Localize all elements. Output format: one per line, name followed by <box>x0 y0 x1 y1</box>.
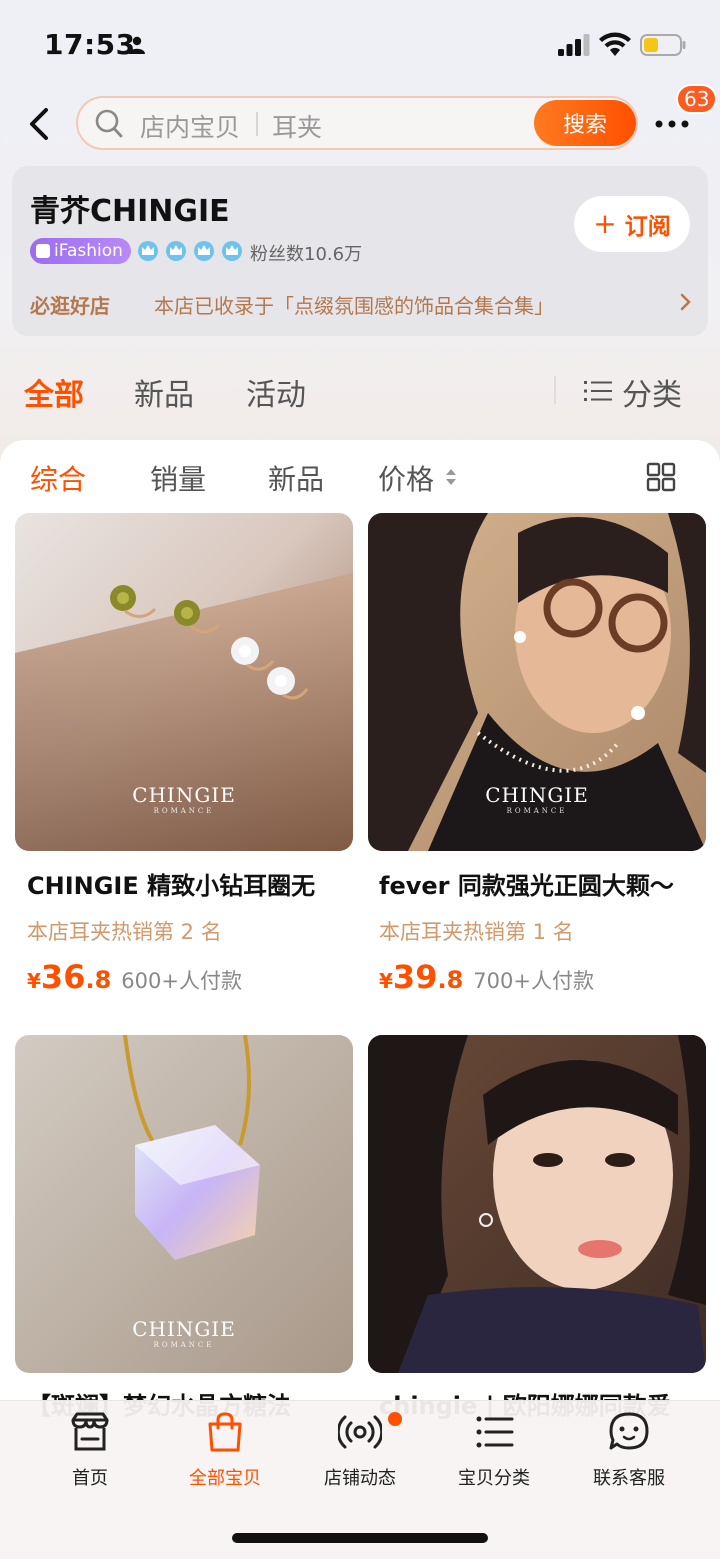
crown-icon <box>194 241 214 261</box>
search-divider <box>256 112 258 136</box>
status-time: 17:53 <box>44 28 136 61</box>
product-price-row: ¥ 39 .8 700+人付款 <box>379 958 594 996</box>
ifashion-label: iFashion <box>54 241 123 261</box>
tab-new[interactable]: 新品 <box>134 370 194 414</box>
nav-categories[interactable]: 宝贝分类 <box>434 1410 554 1490</box>
ifashion-tag: iFashion <box>30 238 131 264</box>
battery-icon <box>640 34 686 56</box>
nav-customer-service[interactable]: 联系客服 <box>569 1410 689 1490</box>
crown-icon <box>222 241 242 261</box>
back-icon[interactable] <box>22 104 58 144</box>
follow-button[interactable]: + 订阅 <box>574 196 690 252</box>
category-tab[interactable]: 分类 <box>622 370 682 414</box>
price-integer: 39 <box>392 958 438 996</box>
brand-watermark-sub: ROMANCE <box>153 807 215 815</box>
product-image[interactable] <box>368 1035 706 1373</box>
fans-count: 粉丝数10.6万 <box>250 244 363 265</box>
search-keyword: 耳夹 <box>272 113 323 142</box>
brand-watermark: CHINGIE <box>132 1317 236 1341</box>
cat-logo-icon <box>36 244 50 258</box>
brand-watermark-sub: ROMANCE <box>506 807 568 815</box>
nav-all-items[interactable]: 全部宝贝 <box>165 1410 285 1490</box>
signal-icon <box>558 34 590 56</box>
crown-icon <box>138 241 158 261</box>
product-image[interactable]: CHINGIE ROMANCE <box>15 1035 353 1373</box>
notification-dot <box>388 1412 402 1426</box>
nav-all-items-label: 全部宝贝 <box>189 1468 261 1489</box>
list-icon <box>476 1416 514 1448</box>
search-button[interactable]: 搜索 <box>534 100 636 146</box>
brand-watermark-sub: ROMANCE <box>153 1341 215 1349</box>
nav-shop-updates[interactable]: 店铺动态 <box>300 1410 420 1490</box>
shop-level <box>136 238 244 262</box>
nav-categories-label: 宝贝分类 <box>458 1468 530 1489</box>
plus-icon: + <box>593 207 617 240</box>
more-icon[interactable] <box>654 112 690 136</box>
product-rank: 本店耳夹热销第 2 名 <box>27 920 222 944</box>
collection-desc[interactable]: 本店已收录于「点缀氛围感的饰品合集合集」 <box>154 290 554 319</box>
tab-divider <box>554 376 556 404</box>
price-decimal: .8 <box>85 966 112 994</box>
product-image[interactable]: CHINGIE ROMANCE <box>368 513 706 851</box>
search-icon <box>95 109 123 138</box>
product-image[interactable]: CHINGIE ROMANCE <box>15 513 353 851</box>
bag-icon <box>208 1412 242 1452</box>
must-visit-badge: 必逛好店 <box>30 294 110 318</box>
search-placeholder: 店内宝贝 <box>140 113 241 142</box>
message-badge: 63 <box>676 84 718 114</box>
nav-home-label: 首页 <box>72 1468 108 1489</box>
nav-customer-service-label: 联系客服 <box>593 1468 665 1489</box>
grid-view-icon[interactable] <box>646 462 676 492</box>
list-icon[interactable] <box>584 380 612 402</box>
sort-new[interactable]: 新品 <box>268 458 324 498</box>
paid-count: 600+人付款 <box>121 969 242 993</box>
wifi-icon <box>599 32 631 56</box>
paid-count: 700+人付款 <box>473 969 594 993</box>
currency-symbol: ¥ <box>27 969 41 993</box>
crown-icon <box>166 241 186 261</box>
chevron-right-icon[interactable] <box>678 292 694 312</box>
broadcast-icon <box>338 1415 382 1449</box>
price-decimal: .8 <box>437 966 464 994</box>
model-photo <box>368 1035 706 1373</box>
sort-comprehensive[interactable]: 综合 <box>30 458 86 498</box>
sort-arrows-icon <box>446 469 456 485</box>
price-integer: 36 <box>40 958 86 996</box>
product-rank: 本店耳夹热销第 1 名 <box>379 920 574 944</box>
currency-symbol: ¥ <box>379 969 393 993</box>
tab-activity[interactable]: 活动 <box>246 370 306 414</box>
shop-icon <box>71 1412 109 1451</box>
sort-sales[interactable]: 销量 <box>150 458 206 498</box>
nav-shop-updates-label: 店铺动态 <box>324 1468 396 1489</box>
follow-label: 订阅 <box>624 214 671 240</box>
product-price-row: ¥ 36 .8 600+人付款 <box>27 958 242 996</box>
sort-price[interactable]: 价格 <box>378 458 434 498</box>
brand-watermark: CHINGIE <box>132 783 236 807</box>
shop-name: 青芥CHINGIE <box>30 194 230 229</box>
tab-all[interactable]: 全部 <box>24 370 84 414</box>
person-icon <box>129 36 145 54</box>
product-title[interactable]: CHINGIE 精致小钻耳圈无 <box>27 866 365 901</box>
chat-icon <box>609 1412 649 1450</box>
product-title[interactable]: fever 同款强光正圆大颗～ <box>379 866 717 901</box>
nav-home[interactable]: 首页 <box>30 1410 150 1490</box>
brand-watermark: CHINGIE <box>485 783 589 807</box>
home-indicator <box>232 1533 488 1543</box>
